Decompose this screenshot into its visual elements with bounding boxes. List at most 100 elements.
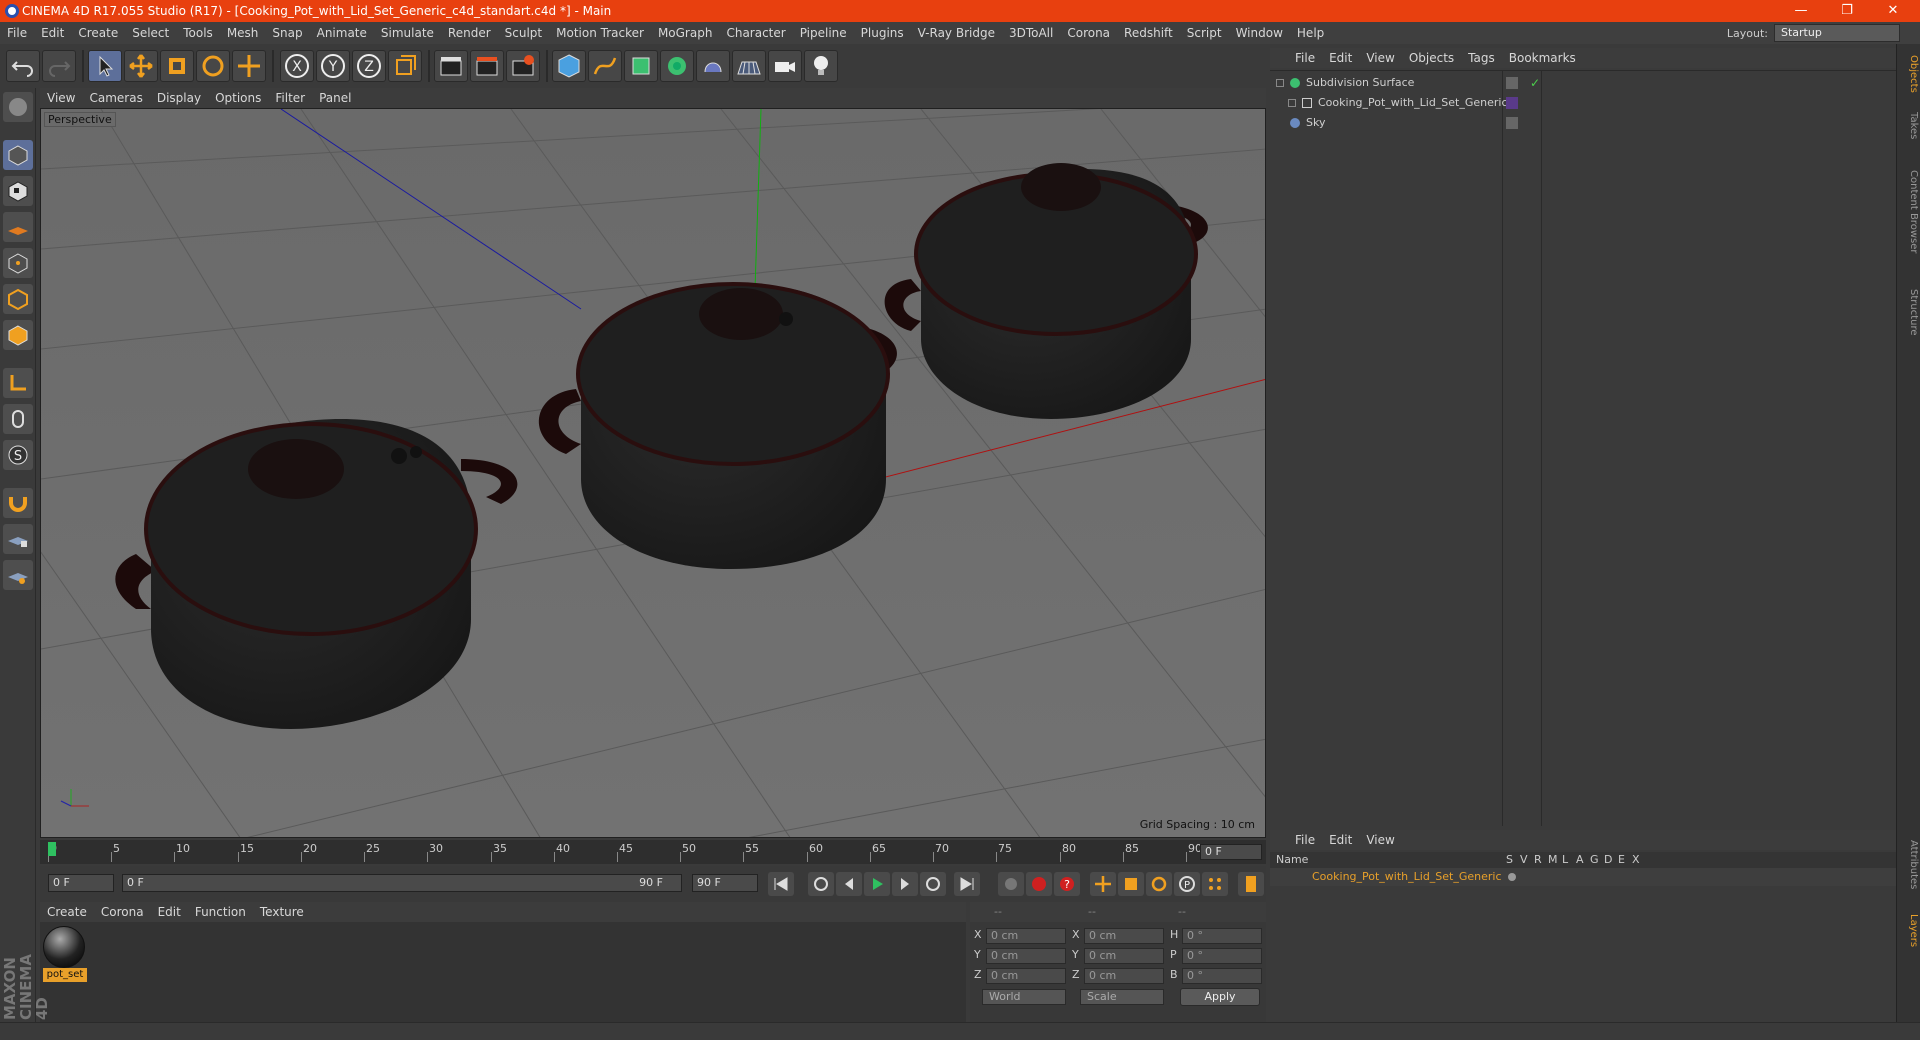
menu-v-ray-bridge[interactable]: V-Ray Bridge (911, 26, 1002, 40)
coord-pos-x[interactable]: 0 cm (986, 928, 1066, 944)
menu-file[interactable]: File (0, 26, 34, 40)
object-menu-tags[interactable]: Tags (1461, 51, 1502, 65)
layer-menu-edit[interactable]: Edit (1322, 833, 1359, 847)
layer-menu-view[interactable]: View (1359, 833, 1401, 847)
texture-mode-button[interactable] (3, 176, 33, 206)
menu-script[interactable]: Script (1180, 26, 1229, 40)
make-editable-button[interactable] (3, 92, 33, 122)
motion-path-button[interactable] (998, 872, 1024, 896)
material-menu-edit[interactable]: Edit (151, 905, 188, 919)
menu-create[interactable]: Create (71, 26, 125, 40)
menu-tools[interactable]: Tools (176, 26, 220, 40)
floor-button[interactable] (732, 50, 766, 82)
minimize-button[interactable]: — (1778, 0, 1824, 22)
pen-button[interactable] (588, 50, 622, 82)
x-axis-button[interactable]: X (280, 50, 314, 82)
key-scale-button[interactable] (1118, 872, 1144, 896)
layer-row[interactable]: Cooking_Pot_with_Lid_Set_Generic (1270, 868, 1896, 886)
render-view-button[interactable] (434, 50, 468, 82)
coord-rot-h[interactable]: 0 ° (1182, 928, 1262, 944)
rotate-button[interactable] (196, 50, 230, 82)
tweak-mode-button[interactable] (3, 404, 33, 434)
coord-rot-p[interactable]: 0 ° (1182, 948, 1262, 964)
menu-pipeline[interactable]: Pipeline (793, 26, 854, 40)
edges-mode-button[interactable] (3, 284, 33, 314)
menu-simulate[interactable]: Simulate (374, 26, 441, 40)
menu-redshift[interactable]: Redshift (1117, 26, 1180, 40)
redo-button[interactable] (42, 50, 76, 82)
planar-workplane-button[interactable] (3, 560, 33, 590)
layer-tag-icon[interactable] (1506, 77, 1518, 89)
previous-key-button[interactable] (808, 872, 834, 896)
undo-button[interactable] (6, 50, 40, 82)
live-selection-button[interactable] (88, 50, 122, 82)
key-pla-button[interactable] (1202, 872, 1228, 896)
menu-mesh[interactable]: Mesh (220, 26, 266, 40)
object-row-subdivision[interactable]: Subdivision Surface ✓ (1270, 73, 1896, 93)
tab-takes[interactable]: Takes (1899, 106, 1919, 146)
material-menu-create[interactable]: Create (40, 905, 94, 919)
playhead[interactable] (48, 842, 56, 856)
material-pot-set[interactable]: pot_set (43, 926, 87, 984)
menu-sculpt[interactable]: Sculpt (498, 26, 549, 40)
tab-layers[interactable]: Layers (1899, 906, 1919, 956)
solo-button[interactable]: S (3, 440, 33, 470)
viewport-menu-view[interactable]: View (40, 91, 82, 105)
material-menu-texture[interactable]: Texture (253, 905, 311, 919)
viewport-menu-panel[interactable]: Panel (312, 91, 358, 105)
layer-tag-icon[interactable] (1506, 117, 1518, 129)
go-to-end-button[interactable] (954, 872, 980, 896)
menu-3dtoall[interactable]: 3DToAll (1002, 26, 1060, 40)
apply-button[interactable]: Apply (1180, 988, 1260, 1006)
play-button[interactable] (864, 872, 890, 896)
render-settings-button[interactable] (506, 50, 540, 82)
move-button[interactable] (124, 50, 158, 82)
previous-frame-button[interactable] (836, 872, 862, 896)
deformer-button[interactable] (696, 50, 730, 82)
next-frame-button[interactable] (892, 872, 918, 896)
menu-help[interactable]: Help (1290, 26, 1331, 40)
coord-size-y[interactable]: 0 cm (1084, 948, 1164, 964)
menu-character[interactable]: Character (719, 26, 792, 40)
coord-size-z[interactable]: 0 cm (1084, 968, 1164, 984)
menu-window[interactable]: Window (1229, 26, 1290, 40)
coord-rot-b[interactable]: 0 ° (1182, 968, 1262, 984)
expand-icon[interactable] (1288, 99, 1296, 107)
go-to-start-button[interactable] (768, 872, 794, 896)
key-position-button[interactable] (1090, 872, 1116, 896)
material-menu-function[interactable]: Function (188, 905, 253, 919)
enabled-check-icon[interactable]: ✓ (1530, 73, 1540, 93)
menu-edit[interactable]: Edit (34, 26, 71, 40)
menu-snap[interactable]: Snap (265, 26, 309, 40)
menu-animate[interactable]: Animate (310, 26, 374, 40)
viewport-menu-cameras[interactable]: Cameras (82, 91, 149, 105)
tab-attributes[interactable]: Attributes (1899, 830, 1919, 900)
light-button[interactable] (804, 50, 838, 82)
object-row-cooking-pot[interactable]: Cooking_Pot_with_Lid_Set_Generic (1270, 93, 1896, 113)
coord-size-x[interactable]: 0 cm (1084, 928, 1164, 944)
layer-solo-icon[interactable] (1508, 873, 1516, 881)
z-axis-button[interactable]: Z (352, 50, 386, 82)
next-key-button[interactable] (920, 872, 946, 896)
record-button[interactable] (1026, 872, 1052, 896)
menu-corona[interactable]: Corona (1060, 26, 1117, 40)
workplane-button[interactable] (3, 212, 33, 242)
autokey-button[interactable]: ? (1054, 872, 1080, 896)
menu-mograph[interactable]: MoGraph (651, 26, 720, 40)
cube-button[interactable] (552, 50, 586, 82)
object-menu-edit[interactable]: Edit (1322, 51, 1359, 65)
menu-select[interactable]: Select (125, 26, 176, 40)
recent-tool-button[interactable] (232, 50, 266, 82)
viewport-menu-options[interactable]: Options (208, 91, 268, 105)
object-menu-bookmarks[interactable]: Bookmarks (1502, 51, 1583, 65)
start-frame-field[interactable]: 0 F (48, 874, 114, 892)
key-rotation-button[interactable] (1146, 872, 1172, 896)
object-row-sky[interactable]: Sky (1270, 113, 1896, 133)
viewport-perspective[interactable]: Perspective Grid Spacing : 10 cm (40, 108, 1266, 838)
menu-plugins[interactable]: Plugins (854, 26, 911, 40)
array-button[interactable] (660, 50, 694, 82)
current-frame-field[interactable]: 0 F (1200, 844, 1262, 860)
snap-button[interactable] (3, 488, 33, 518)
timeline-ruler[interactable]: 051015202530354045505560657075808590 0 F (40, 840, 1266, 864)
subdivision-button[interactable] (624, 50, 658, 82)
